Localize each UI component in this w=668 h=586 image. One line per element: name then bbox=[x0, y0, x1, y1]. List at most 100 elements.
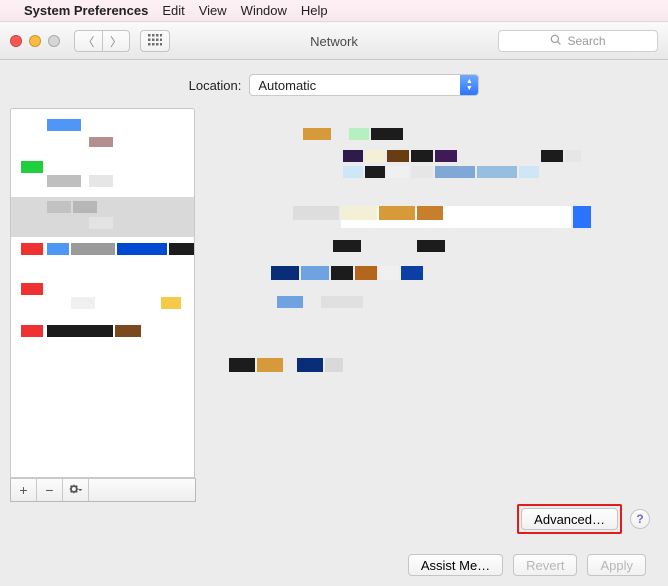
location-row: Location: Automatic ▲▼ bbox=[10, 74, 658, 96]
location-value: Automatic bbox=[258, 78, 316, 93]
nav-back-forward: 〈 〉 bbox=[74, 30, 130, 52]
sidebar-toolbar: + − bbox=[10, 478, 196, 502]
redacted-block bbox=[293, 206, 339, 220]
advanced-button-highlight: Advanced… bbox=[517, 504, 622, 534]
redacted-block bbox=[435, 166, 475, 178]
redacted-block bbox=[257, 358, 283, 372]
traffic-lights bbox=[10, 35, 60, 47]
menu-edit[interactable]: Edit bbox=[162, 3, 184, 18]
chevron-right-icon: 〉 bbox=[110, 33, 122, 50]
redacted-block bbox=[573, 206, 591, 228]
network-detail-panel: Advanced… ? bbox=[203, 108, 658, 538]
redacted-block bbox=[117, 243, 167, 255]
menu-view[interactable]: View bbox=[199, 3, 227, 18]
redacted-block bbox=[21, 283, 43, 295]
redacted-block bbox=[435, 150, 457, 162]
redacted-block bbox=[301, 266, 329, 280]
search-placeholder: Search bbox=[567, 34, 605, 48]
redacted-block bbox=[379, 206, 415, 220]
redacted-block bbox=[519, 166, 539, 178]
advanced-button[interactable]: Advanced… bbox=[521, 508, 618, 530]
redacted-block bbox=[229, 358, 255, 372]
select-stepper-icon: ▲▼ bbox=[460, 75, 478, 95]
redacted-block bbox=[343, 166, 363, 178]
redacted-block bbox=[47, 175, 81, 187]
redacted-block bbox=[411, 150, 433, 162]
redacted-block bbox=[169, 243, 194, 255]
redacted-block bbox=[365, 166, 385, 178]
menu-window[interactable]: Window bbox=[241, 3, 287, 18]
redacted-block bbox=[321, 296, 363, 308]
redacted-block bbox=[89, 217, 113, 229]
panels: + − Advanced… ? bbox=[10, 108, 658, 538]
back-button[interactable]: 〈 bbox=[74, 30, 102, 52]
redacted-block bbox=[417, 206, 443, 220]
network-services-list[interactable] bbox=[10, 108, 195, 478]
redacted-block bbox=[379, 266, 399, 280]
help-button[interactable]: ? bbox=[630, 509, 650, 529]
system-menubar: System Preferences Edit View Window Help bbox=[0, 0, 668, 22]
redacted-block bbox=[73, 201, 97, 213]
redacted-block bbox=[21, 243, 43, 255]
add-service-button[interactable]: + bbox=[11, 479, 37, 501]
redacted-block bbox=[355, 266, 377, 280]
redacted-block bbox=[349, 128, 369, 140]
sidebar-toolbar-spacer bbox=[89, 479, 195, 501]
remove-service-button[interactable]: − bbox=[37, 479, 63, 501]
redacted-block bbox=[365, 150, 385, 162]
preference-pane-content: Location: Automatic ▲▼ + − bbox=[0, 60, 668, 586]
minimize-window-button[interactable] bbox=[29, 35, 41, 47]
redacted-block bbox=[477, 166, 517, 178]
assist-me-button[interactable]: Assist Me… bbox=[408, 554, 503, 576]
redacted-block bbox=[21, 161, 43, 173]
gear-icon bbox=[69, 483, 83, 498]
menu-help[interactable]: Help bbox=[301, 3, 328, 18]
window-toolbar: 〈 〉 Network Search bbox=[0, 22, 668, 60]
redacted-block bbox=[331, 266, 353, 280]
redacted-block bbox=[277, 296, 303, 308]
redacted-block bbox=[271, 266, 299, 280]
forward-button[interactable]: 〉 bbox=[102, 30, 130, 52]
zoom-window-button[interactable] bbox=[48, 35, 60, 47]
redacted-block bbox=[541, 150, 563, 162]
revert-button[interactable]: Revert bbox=[513, 554, 577, 576]
apply-button[interactable]: Apply bbox=[587, 554, 646, 576]
redacted-block bbox=[47, 201, 71, 213]
sidebar-wrap: + − bbox=[10, 108, 195, 478]
grid-icon bbox=[148, 34, 162, 49]
detail-canvas bbox=[203, 108, 658, 538]
location-label: Location: bbox=[189, 78, 242, 93]
redacted-block bbox=[343, 150, 363, 162]
redacted-block bbox=[47, 243, 69, 255]
redacted-block bbox=[71, 297, 95, 309]
redacted-block bbox=[333, 240, 361, 252]
search-icon bbox=[550, 34, 562, 49]
close-window-button[interactable] bbox=[10, 35, 22, 47]
app-name[interactable]: System Preferences bbox=[24, 3, 148, 18]
redacted-block bbox=[387, 166, 409, 178]
location-select[interactable]: Automatic ▲▼ bbox=[249, 74, 479, 96]
redacted-block bbox=[371, 128, 403, 140]
sidebar-canvas bbox=[11, 109, 194, 477]
redacted-block bbox=[387, 150, 409, 162]
redacted-block bbox=[325, 358, 343, 372]
redacted-block bbox=[89, 175, 113, 187]
redacted-block bbox=[341, 206, 377, 220]
redacted-block bbox=[161, 297, 181, 309]
redacted-block bbox=[297, 358, 323, 372]
redacted-block bbox=[303, 128, 331, 140]
redacted-block bbox=[47, 119, 81, 131]
service-actions-button[interactable] bbox=[63, 479, 89, 501]
redacted-block bbox=[565, 150, 581, 162]
search-field[interactable]: Search bbox=[498, 30, 658, 52]
redacted-block bbox=[89, 137, 113, 147]
redacted-block bbox=[417, 240, 445, 252]
redacted-block bbox=[401, 266, 423, 280]
redacted-block bbox=[411, 166, 433, 178]
chevron-left-icon: 〈 bbox=[82, 33, 94, 50]
redacted-block bbox=[71, 243, 115, 255]
show-all-button[interactable] bbox=[140, 30, 170, 52]
footer-buttons: Assist Me… Revert Apply bbox=[10, 544, 658, 576]
redacted-block bbox=[47, 325, 113, 337]
redacted-block bbox=[115, 325, 141, 337]
